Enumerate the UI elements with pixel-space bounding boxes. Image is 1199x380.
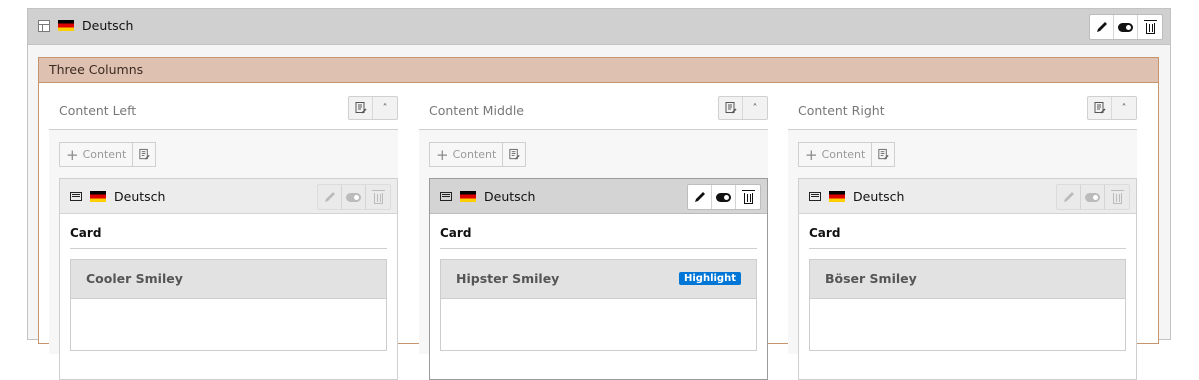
paste-content-button[interactable] [503, 143, 525, 166]
plus-icon: + [66, 145, 79, 164]
page-language-label: Deutsch [82, 18, 134, 33]
page-layout-icon[interactable] [38, 19, 50, 32]
paste-button[interactable] [349, 97, 373, 119]
element-language-label: Deutsch [114, 189, 166, 204]
collapse-button[interactable]: ˄ [373, 97, 397, 119]
hide-toggle-button[interactable] [1081, 185, 1105, 209]
add-content-button[interactable]: + Content [799, 143, 873, 166]
trash-icon [371, 190, 385, 204]
collapse-button[interactable]: ˄ [743, 97, 767, 119]
column-content-right: Content Right ˄ + Content Deutsch Card B… [788, 94, 1137, 380]
hide-toggle-button[interactable] [1114, 15, 1138, 39]
column-content-middle: Content Middle ˄ + Content Deutsch Card … [419, 94, 768, 380]
clipboard-icon [139, 148, 150, 160]
clipboard-icon [509, 148, 520, 160]
content-element[interactable]: Deutsch Card Cooler Smiley [59, 178, 398, 380]
content-element[interactable]: Deutsch Card Hipster Smiley Highlight [429, 178, 768, 380]
toggle-icon [1085, 192, 1100, 202]
plus-icon: + [805, 145, 818, 164]
page-record-panel: Deutsch Three Columns Content Left ˄ + C… [27, 8, 1171, 380]
german-flag-icon [460, 191, 476, 202]
column-title: Content Right [798, 103, 885, 118]
content-type-icon [440, 192, 452, 201]
clipboard-icon [725, 102, 737, 114]
add-content-button[interactable]: + Content [60, 143, 134, 166]
column-content-left: Content Left ˄ + Content Deutsch Card Co… [49, 94, 398, 380]
content-type-icon [70, 192, 82, 201]
grid-title[interactable]: Three Columns [39, 58, 1158, 83]
card-preview: Hipster Smiley Highlight [440, 259, 757, 351]
card-title: Cooler Smiley [86, 271, 183, 286]
element-language-label: Deutsch [484, 189, 536, 204]
add-content-label: Content [452, 148, 497, 161]
paste-content-button[interactable] [872, 143, 894, 166]
column-title: Content Middle [429, 103, 524, 118]
toggle-icon [1118, 22, 1133, 32]
paste-button[interactable] [719, 97, 743, 119]
edit-button[interactable] [1090, 15, 1114, 39]
chevron-up-icon: ˄ [1121, 102, 1127, 114]
paste-button[interactable] [1088, 97, 1112, 119]
edit-button[interactable] [318, 185, 342, 209]
content-type-label: Card [809, 226, 1126, 249]
clipboard-icon [878, 148, 889, 160]
add-content-label: Content [82, 148, 127, 161]
german-flag-icon [58, 20, 74, 31]
delete-button[interactable] [366, 185, 390, 209]
delete-button[interactable] [1138, 15, 1162, 39]
clipboard-icon [1094, 102, 1106, 114]
content-element[interactable]: Deutsch Card Böser Smiley [798, 178, 1137, 380]
content-type-label: Card [440, 226, 757, 249]
collapse-button[interactable]: ˄ [1112, 97, 1136, 119]
chevron-up-icon: ˄ [752, 102, 758, 114]
pencil-icon [324, 192, 335, 202]
trash-icon [1143, 20, 1157, 34]
german-flag-icon [90, 191, 106, 202]
delete-button[interactable] [736, 185, 760, 209]
three-columns-grid: Three Columns Content Left ˄ + Content D… [38, 57, 1159, 380]
plus-icon: + [436, 145, 449, 164]
trash-icon [741, 190, 755, 204]
add-content-button[interactable]: + Content [430, 143, 504, 166]
card-preview: Böser Smiley [809, 259, 1126, 351]
content-type-icon [809, 192, 821, 201]
card-title: Hipster Smiley [456, 271, 560, 286]
toggle-icon [346, 192, 361, 202]
page-actions [1089, 14, 1163, 40]
edit-button[interactable] [1057, 185, 1081, 209]
german-flag-icon [829, 191, 845, 202]
column-title: Content Left [59, 103, 137, 118]
card-title: Böser Smiley [825, 271, 917, 286]
highlight-badge: Highlight [679, 272, 741, 285]
toggle-icon [716, 192, 731, 202]
clipboard-icon [355, 102, 367, 114]
pencil-icon [1063, 192, 1074, 202]
edit-button[interactable] [688, 185, 712, 209]
trash-icon [1110, 190, 1124, 204]
paste-content-button[interactable] [133, 143, 155, 166]
page-record-header: Deutsch [28, 9, 1170, 45]
content-type-label: Card [70, 226, 387, 249]
pencil-icon [694, 192, 705, 202]
element-language-label: Deutsch [853, 189, 905, 204]
card-preview: Cooler Smiley [70, 259, 387, 351]
hide-toggle-button[interactable] [712, 185, 736, 209]
delete-button[interactable] [1105, 185, 1129, 209]
hide-toggle-button[interactable] [342, 185, 366, 209]
pencil-icon [1096, 22, 1107, 32]
add-content-label: Content [821, 148, 866, 161]
chevron-up-icon: ˄ [382, 102, 388, 114]
